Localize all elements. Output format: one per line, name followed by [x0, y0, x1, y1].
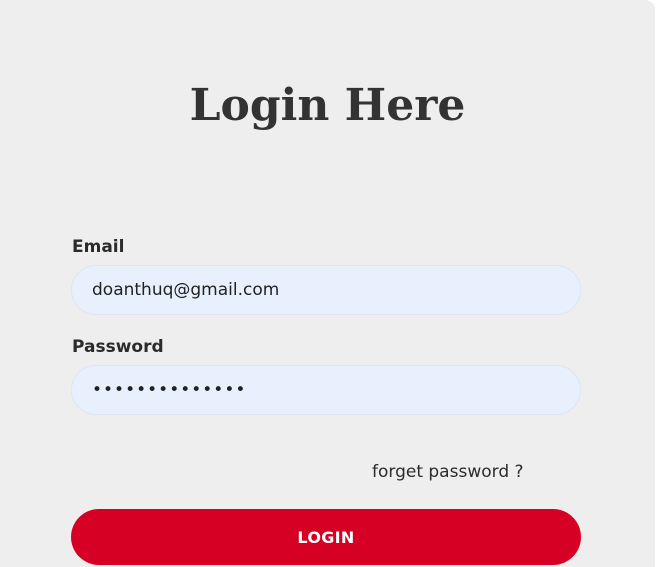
login-card: Login Here Email Password forget passwor… [0, 0, 655, 567]
email-label: Email [72, 237, 125, 257]
page-title: Login Here [189, 80, 466, 131]
email-field[interactable] [71, 265, 581, 315]
login-button[interactable]: LOGIN [71, 509, 581, 565]
login-page: Login Here Email Password forget passwor… [0, 0, 657, 567]
password-label: Password [72, 337, 164, 357]
password-field[interactable] [71, 365, 581, 415]
forgot-password-link[interactable]: forget password ? [372, 461, 524, 483]
